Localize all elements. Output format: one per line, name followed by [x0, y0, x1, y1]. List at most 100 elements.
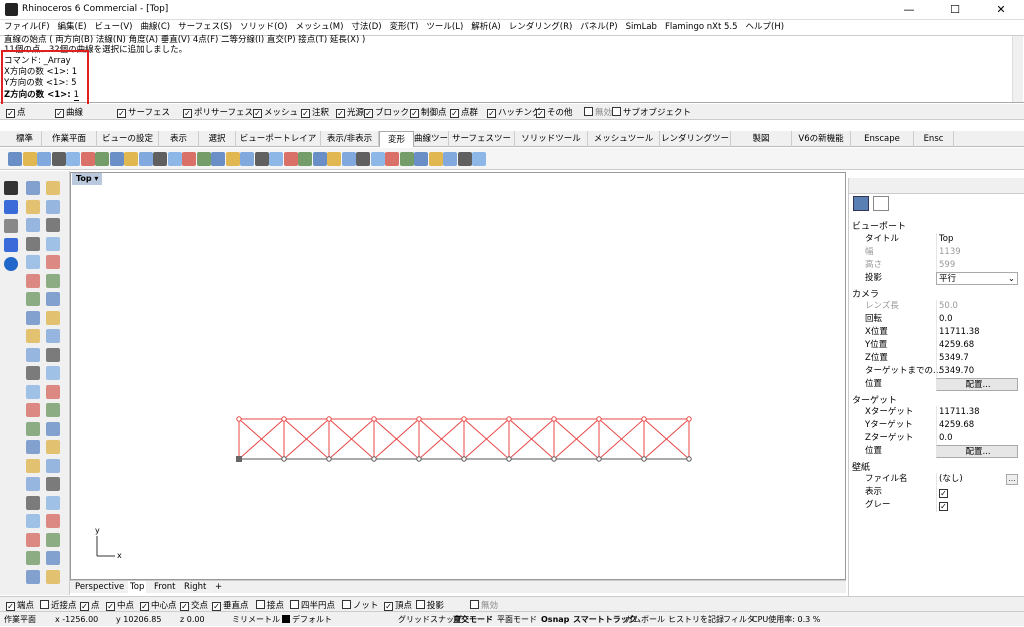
transform-tool-icon[interactable] [211, 152, 225, 166]
menu-item-15[interactable]: ヘルプ(H) [742, 20, 789, 35]
status-cplane[interactable]: 作業平面 [4, 612, 36, 627]
tool-icon[interactable] [46, 310, 60, 325]
tool-icon[interactable] [46, 440, 60, 454]
transform-tool-icon[interactable] [472, 152, 486, 166]
place-button[interactable]: 配置... [936, 378, 1018, 391]
tool-icon[interactable] [26, 477, 40, 491]
filter-check-0[interactable]: ✓ 点 [6, 106, 26, 118]
tool-icon[interactable] [26, 366, 40, 380]
prop-xtarget-value[interactable]: 11711.38 [936, 406, 1018, 419]
filter-check-7[interactable]: ✓ ブロック [364, 106, 409, 118]
menu-item-7[interactable]: 寸法(D) [347, 20, 385, 35]
tool-icon[interactable] [26, 329, 40, 343]
transform-tool-icon[interactable] [8, 152, 22, 166]
prop-title-value[interactable]: Top [936, 233, 1018, 246]
vtab-perspective[interactable]: Perspective [75, 581, 124, 594]
tool-icon[interactable] [46, 218, 60, 232]
side-tool-icon[interactable] [4, 219, 18, 233]
status-ortho[interactable]: 直交モード [453, 612, 493, 627]
prop-show-checkbox[interactable]: ✓ [936, 486, 1018, 499]
tool-icon[interactable] [46, 403, 60, 417]
menu-item-9[interactable]: ツール(L) [422, 20, 467, 35]
filter-check-13[interactable]: サブオブジェクト [612, 106, 691, 118]
prop-proj-select[interactable]: 平行 ⌄ [936, 272, 1018, 285]
filter-check-3[interactable]: ✓ ポリサーフェス [183, 106, 253, 118]
transform-tool-icon[interactable] [443, 152, 457, 166]
osnap-check-6[interactable]: ✓ 垂直点 [212, 599, 249, 611]
tab-7[interactable]: 変形 [379, 131, 414, 147]
browse-button[interactable]: … [1006, 474, 1018, 485]
osnap-check-3[interactable]: ✓ 中点 [106, 599, 134, 611]
vtab-add[interactable]: + [215, 581, 222, 594]
tool-icon[interactable] [26, 532, 40, 547]
tool-icon[interactable] [26, 421, 40, 436]
menu-item-13[interactable]: SimLab [622, 20, 661, 35]
osnap-check-7[interactable]: 接点 [256, 599, 284, 611]
viewport-canvas[interactable]: y x [71, 173, 847, 581]
tool-icon[interactable] [26, 310, 40, 325]
menu-item-11[interactable]: レンダリング(R) [505, 20, 577, 35]
tab-10[interactable]: ソリッドツール [515, 131, 588, 147]
command-scrollbar[interactable] [1012, 36, 1023, 102]
transform-tool-icon[interactable] [22, 152, 37, 166]
transform-tool-icon[interactable] [370, 152, 385, 166]
tool-icon[interactable] [26, 255, 40, 269]
viewport-title[interactable]: Top ▾ [72, 173, 102, 185]
tool-icon[interactable] [26, 292, 40, 306]
tool-icon[interactable] [26, 569, 40, 584]
status-osnap[interactable]: Osnap [541, 612, 569, 627]
tool-icon[interactable] [46, 199, 60, 214]
tool-icon[interactable] [26, 347, 40, 362]
filter-check-12[interactable]: 無効 [584, 106, 612, 118]
tab-12[interactable]: レンダリングツール [660, 131, 731, 160]
tool-icon[interactable] [46, 532, 60, 547]
tool-icon[interactable] [46, 255, 60, 269]
close-button[interactable]: ✕ [978, 0, 1024, 20]
minimize-button[interactable]: — [886, 0, 932, 20]
prop-zpos-value[interactable]: 5349.7 [936, 352, 1018, 365]
prop-ypos-value[interactable]: 4259.68 [936, 339, 1018, 352]
prop-target-dist-value[interactable]: 5349.70 [936, 365, 1018, 378]
side-tool-icon[interactable] [4, 238, 18, 252]
osnap-check-12[interactable]: 無効 [470, 599, 498, 611]
tab-9[interactable]: サーフェスツール [449, 131, 515, 160]
prop-ztarget-value[interactable]: 0.0 [936, 432, 1018, 445]
frame-icon[interactable] [873, 196, 889, 211]
menu-item-4[interactable]: サーフェス(S) [174, 20, 236, 35]
transform-tool-icon[interactable] [66, 152, 80, 166]
tab-13[interactable]: 製図 [731, 131, 792, 147]
tab-6[interactable]: 表示/非表示 [321, 131, 379, 147]
menu-item-3[interactable]: 曲線(C) [137, 20, 175, 35]
transform-tool-icon[interactable] [182, 152, 196, 166]
tool-icon[interactable] [26, 514, 40, 528]
menu-item-8[interactable]: 変形(T) [386, 20, 423, 35]
filter-check-4[interactable]: ✓ メッシュ [253, 106, 298, 118]
target-place-button[interactable]: 配置... [936, 445, 1018, 458]
tool-icon[interactable] [26, 495, 40, 510]
status-layer[interactable]: デフォルト [282, 612, 332, 627]
transform-tool-icon[interactable] [37, 152, 51, 166]
tool-icon[interactable] [46, 329, 60, 343]
transform-tool-icon[interactable] [51, 152, 66, 166]
tool-icon[interactable] [26, 236, 40, 251]
tool-icon[interactable] [26, 551, 40, 565]
tool-icon[interactable] [46, 181, 60, 195]
transform-tool-icon[interactable] [167, 152, 182, 166]
tab-1[interactable]: 作業平面 [42, 131, 97, 147]
tab-8[interactable]: 曲線ツール [414, 131, 449, 160]
transform-tool-icon[interactable] [312, 152, 327, 166]
menu-item-2[interactable]: ビュー(V) [91, 20, 137, 35]
transform-tool-icon[interactable] [124, 152, 138, 166]
transform-tool-icon[interactable] [341, 152, 356, 166]
tool-icon[interactable] [46, 236, 60, 251]
transform-tool-icon[interactable] [138, 152, 153, 166]
tab-0[interactable]: 標準 [8, 131, 42, 147]
filter-check-5[interactable]: ✓ 注釈 [301, 106, 329, 118]
filter-check-11[interactable]: ✓ その他 [536, 106, 573, 118]
prop-rotation-value[interactable]: 0.0 [936, 313, 1018, 326]
osnap-check-10[interactable]: ✓ 頂点 [384, 599, 412, 611]
menu-item-12[interactable]: パネル(P) [576, 20, 621, 35]
transform-tool-icon[interactable] [356, 152, 370, 166]
filter-check-2[interactable]: ✓ サーフェス [117, 106, 170, 118]
side-tool-icon[interactable] [4, 200, 18, 214]
